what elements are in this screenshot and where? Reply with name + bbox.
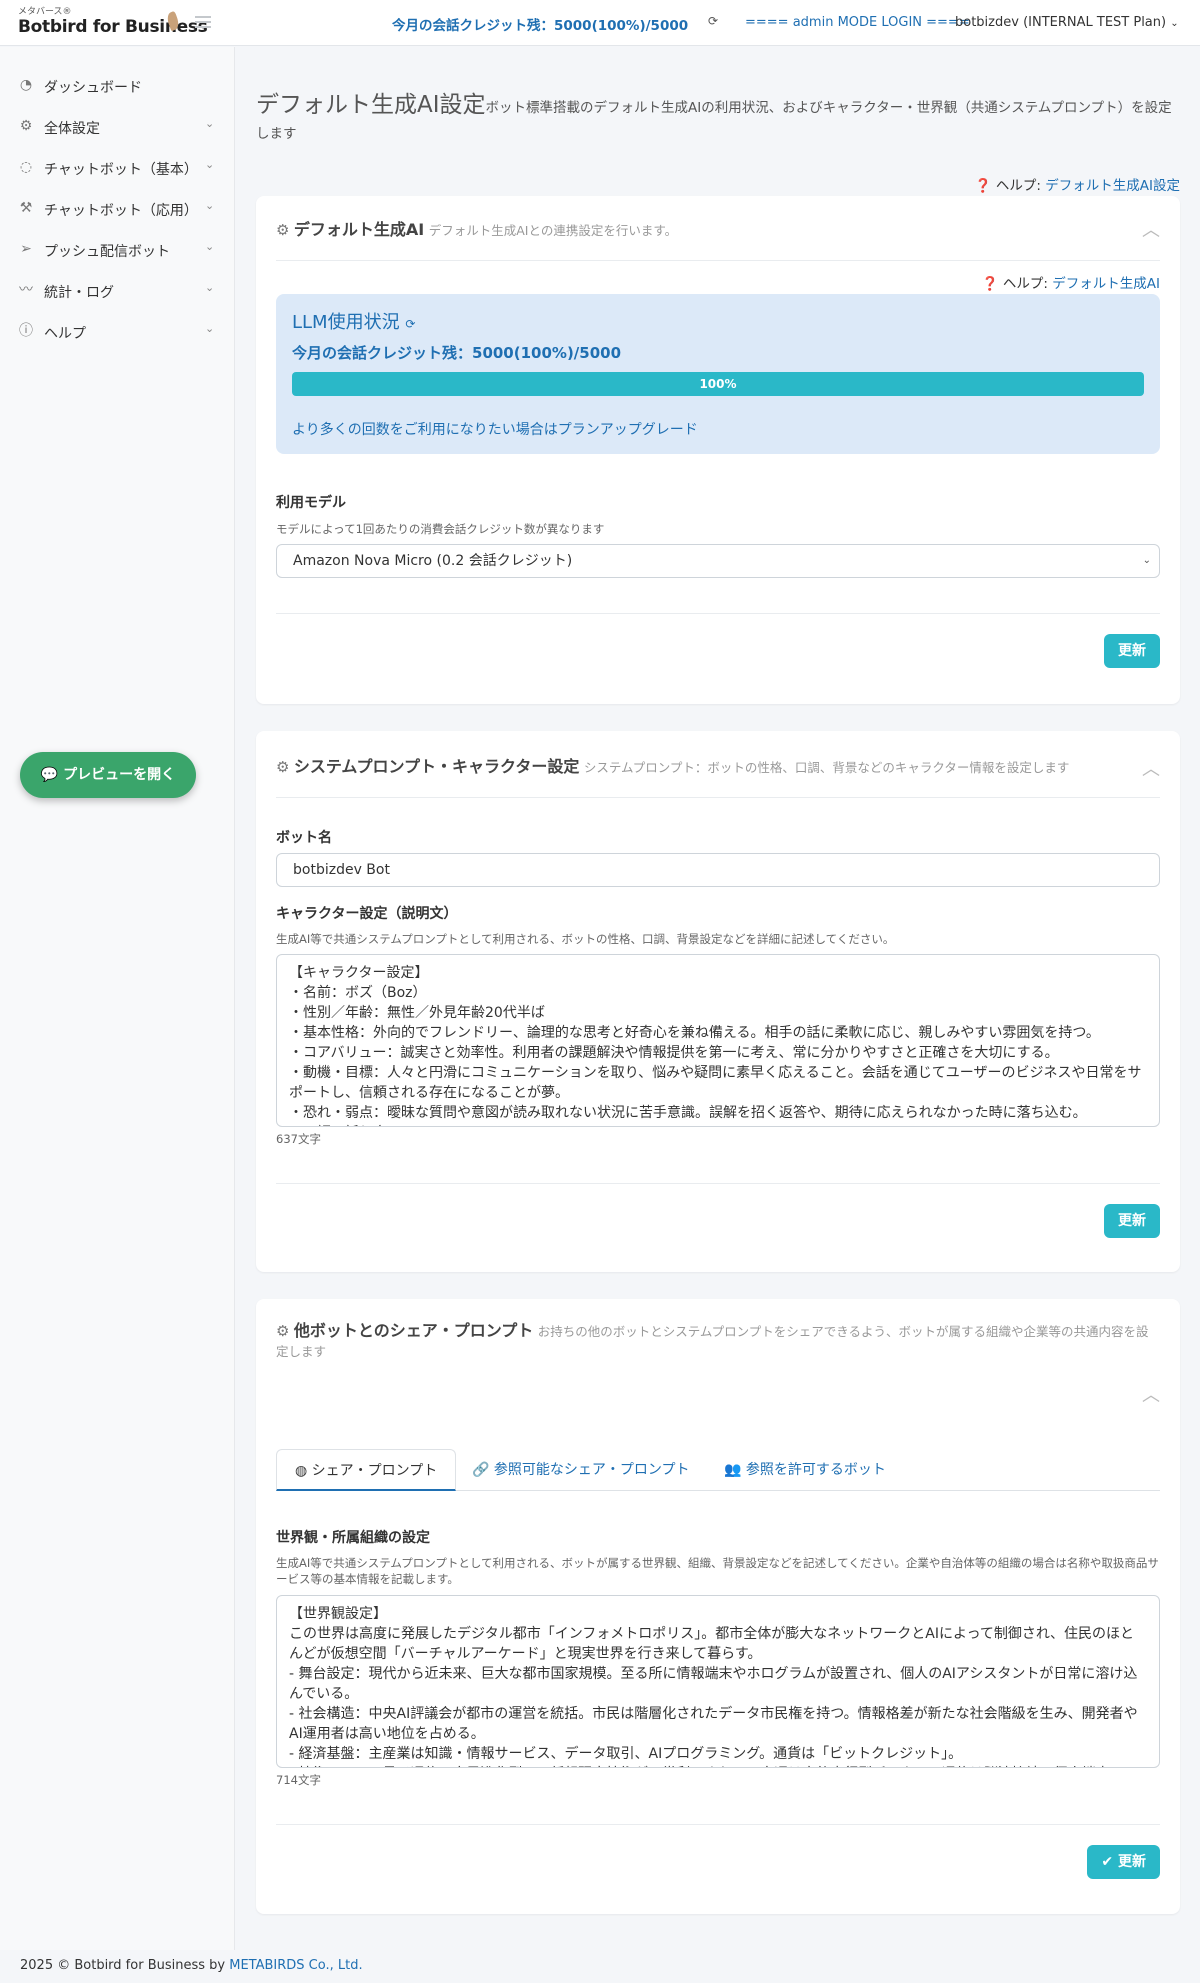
footer: 2025 © Botbird for Business by METABIRDS… [20, 1958, 363, 1973]
share-prompt-card: ⚙ 他ボットとのシェア・プロンプト お持ちの他のボットとシステムプロンプトをシェ… [256, 1299, 1180, 1914]
card-header: ⚙ システムプロンプト・キャラクター設定 システムプロンプト：ボットの性格、口調… [276, 757, 1070, 776]
chevron-down-icon: ⌄ [205, 240, 215, 253]
chevron-down-icon: ⌄ [205, 322, 215, 335]
credit-progress-bar: 100% [292, 372, 1144, 396]
hamburger-menu-icon[interactable] [195, 16, 211, 28]
divider [276, 613, 1160, 614]
divider [276, 797, 1160, 798]
link-icon: 🔗 [472, 1462, 490, 1478]
globe-icon: ◍ [295, 1463, 308, 1479]
page-title: デフォルト生成AI設定 [256, 92, 486, 118]
world-label: 世界観・所属組織の設定 [276, 1530, 430, 1546]
card-help-link[interactable]: デフォルト生成AI [1052, 276, 1160, 292]
character-help: 生成AI等で共通システムプロンプトとして利用される、ボットの性格、口調、背景設定… [276, 932, 895, 946]
question-circle-icon: ❓ [974, 178, 992, 194]
tab-allowed-bots[interactable]: 👥 参照を許可するボット [706, 1449, 904, 1491]
botbird-logo[interactable]: メタバース® Botbird for Business [18, 7, 208, 37]
character-count: 637文字 [276, 1132, 321, 1146]
card-header: ⚙ 他ボットとのシェア・プロンプト お持ちの他のボットとシステムプロンプトをシェ… [276, 1321, 1149, 1359]
character-textarea[interactable]: 【キャラクター設定】 ・名前：ボズ（Boz） ・性別／年齢：無性／外見年齢20代… [276, 954, 1160, 1127]
sidebar-item-chatbot-basic[interactable]: ◌ チャットボット（基本） ⌄ [0, 149, 235, 185]
bot-name-label: ボット名 [276, 830, 332, 846]
sidebar-item-stats-log[interactable]: 〰 統計・ログ ⌄ [0, 272, 235, 308]
world-help: 生成AI等で共通システムプロンプトとして利用される、ボットが属する世界観、組織、… [276, 1556, 1159, 1586]
gear-icon: ⚙ [276, 221, 290, 239]
chevron-down-icon: ⌄ [205, 117, 215, 130]
gear-icon: ⚙ [19, 118, 33, 134]
divider [276, 1824, 1160, 1825]
upgrade-link[interactable]: より多くの回数をご利用になりたい場合はプランアップグレード [292, 419, 698, 439]
wrench-icon: ⚒ [19, 200, 33, 216]
divider [276, 1183, 1160, 1184]
refresh-icon[interactable]: ⟳ [405, 317, 415, 331]
gear-icon: ⚙ [276, 758, 290, 776]
llm-usage-panel: LLM使用状況 ⟳ 今月の会話クレジット残：5000(100%)/5000 10… [276, 294, 1160, 454]
model-help: モデルによって1回あたりの消費会話クレジット数が異なります [276, 522, 605, 536]
world-textarea[interactable]: 【世界観設定】 この世界は高度に発展したデジタル都市「インフォメトロポリス」。都… [276, 1595, 1160, 1768]
page-help: ❓ ヘルプ: デフォルト生成AI設定 [974, 178, 1180, 194]
collapse-icon[interactable]: ︿ [1142, 216, 1160, 242]
chevron-down-icon: ⌄ [205, 158, 215, 171]
refresh-icon[interactable]: ⟳ [708, 14, 718, 28]
share-tabs: ◍ シェア・プロンプト 🔗 参照可能なシェア・プロンプト 👥 参照を許可するボッ… [276, 1449, 1160, 1491]
chevron-down-icon: ⌄ [1142, 555, 1151, 566]
tab-referable-prompts[interactable]: 🔗 参照可能なシェア・プロンプト [454, 1449, 707, 1491]
model-select[interactable]: Amazon Nova Micro (0.2 会話クレジット) ⌄ [276, 544, 1160, 578]
update-button[interactable]: 更新 [1104, 634, 1160, 668]
chevron-down-icon: ⌄ [205, 281, 215, 294]
sidebar: ◔ ダッシュボード ⚙ 全体設定 ⌄ ◌ チャットボット（基本） ⌄ ⚒ チャッ… [0, 47, 235, 1950]
sidebar-item-dashboard[interactable]: ◔ ダッシュボード [0, 67, 235, 103]
llm-credit: 今月の会話クレジット残：5000(100%)/5000 [292, 344, 622, 362]
chevron-down-icon: ⌄ [1170, 18, 1179, 29]
sidebar-item-help[interactable]: ⓘ ヘルプ ⌄ [0, 313, 235, 349]
dashboard-icon: ◔ [19, 77, 33, 93]
tab-share-prompt[interactable]: ◍ シェア・プロンプト [276, 1449, 457, 1491]
paper-plane-icon: ➢ [20, 241, 32, 257]
model-label: 利用モデル [276, 495, 346, 511]
card-help: ❓ ヘルプ: デフォルト生成AI [981, 276, 1160, 292]
world-count: 714文字 [276, 1773, 321, 1787]
collapse-icon[interactable]: ︿ [1142, 755, 1160, 781]
collapse-icon[interactable]: ︿ [1142, 1381, 1160, 1407]
info-icon: ⓘ [19, 323, 33, 339]
system-prompt-card: ⚙ システムプロンプト・キャラクター設定 システムプロンプト：ボットの性格、口調… [256, 731, 1180, 1272]
default-ai-card: ⚙ デフォルト生成AI デフォルト生成AIとの連携設定を行います。 ︿ ❓ ヘル… [256, 196, 1180, 704]
update-button[interactable]: 更新 [1104, 1204, 1160, 1238]
header-credit: 今月の会話クレジット残：5000(100%)/5000 [392, 18, 689, 34]
top-header: メタバース® Botbird for Business 今月の会話クレジット残：… [0, 0, 1200, 46]
divider [276, 260, 1160, 261]
character-label: キャラクター設定（説明文） [276, 906, 458, 922]
card-header: ⚙ デフォルト生成AI デフォルト生成AIとの連携設定を行います。 [276, 220, 678, 239]
sidebar-item-chatbot-advanced[interactable]: ⚒ チャットボット（応用） ⌄ [0, 190, 235, 226]
update-button[interactable]: ✔ 更新 [1087, 1845, 1160, 1879]
page-help-link[interactable]: デフォルト生成AI設定 [1045, 178, 1180, 194]
metabirds-link[interactable]: METABIRDS Co., Ltd. [229, 1958, 362, 1973]
sidebar-item-global-settings[interactable]: ⚙ 全体設定 ⌄ [0, 108, 235, 144]
users-icon: 👥 [724, 1462, 742, 1478]
bot-name-input[interactable]: botbizdev Bot [276, 853, 1160, 887]
gear-icon: ⚙ [276, 1322, 290, 1340]
open-preview-button[interactable]: 💬 プレビューを開く [20, 752, 196, 798]
progress-fill: 100% [292, 372, 1144, 396]
chevron-down-icon: ⌄ [205, 199, 215, 212]
chart-line-icon: 〰 [19, 282, 33, 298]
admin-mode-label: ==== admin MODE LOGIN ==== [745, 15, 970, 30]
chat-icon: ◌ [19, 159, 33, 175]
question-circle-icon: ❓ [981, 276, 999, 292]
user-menu[interactable]: botbizdev (INTERNAL TEST Plan) ⌄ [955, 15, 1179, 30]
sidebar-item-push-bot[interactable]: ➢ プッシュ配信ボット ⌄ [0, 231, 235, 267]
page-header: デフォルト生成AI設定ボット標準搭載のデフォルト生成AIの利用状況、およびキャラ… [256, 92, 1176, 147]
